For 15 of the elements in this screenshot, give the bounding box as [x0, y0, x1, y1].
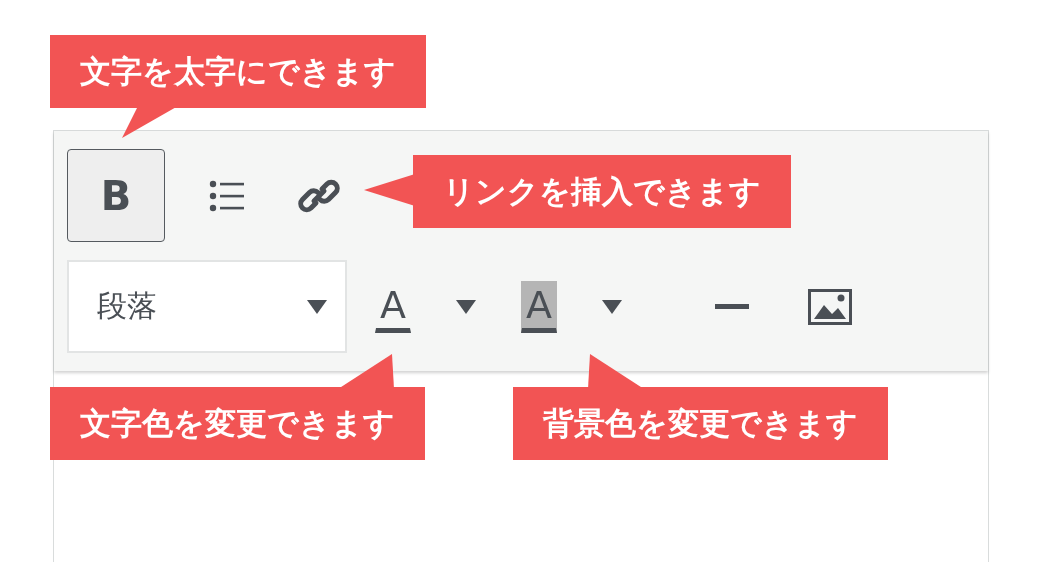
image-button[interactable]: [807, 287, 853, 326]
image-icon: [808, 288, 852, 325]
dropdown-value: 段落: [97, 287, 157, 325]
paragraph-dropdown[interactable]: 段落: [67, 260, 347, 353]
caret-icon: [456, 299, 476, 314]
caret-icon: [602, 299, 622, 314]
callout-pointer: [338, 354, 394, 389]
caret-icon: [307, 299, 327, 314]
callout: リンクを挿入できます: [413, 155, 791, 228]
background-color-button[interactable]: A: [521, 280, 557, 333]
bold-button[interactable]: B: [67, 149, 165, 242]
callout-pointer: [364, 174, 415, 206]
text-color-button[interactable]: A: [375, 280, 411, 333]
list-icon: [208, 178, 246, 213]
callout-pointer: [588, 354, 644, 389]
